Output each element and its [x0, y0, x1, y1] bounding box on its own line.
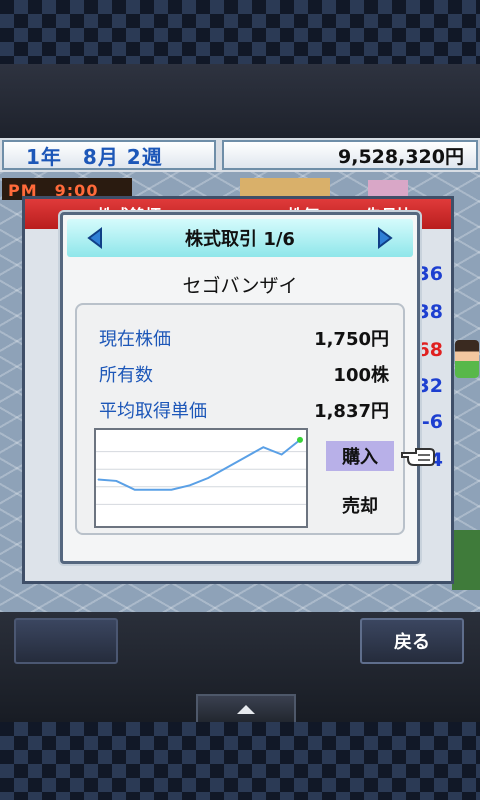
- current-price-label: 現在株価: [99, 329, 171, 350]
- current-price-row: 現在株価 1,750円: [99, 325, 389, 350]
- dialog-header: 株式取引 1/6: [67, 219, 413, 257]
- price-point: [262, 446, 264, 448]
- current-price-value: 1,750円: [314, 329, 389, 350]
- empty-menu-button[interactable]: [14, 618, 118, 664]
- owned-shares-row: 所有数 100株: [99, 361, 389, 386]
- dialog-title: 株式取引 1/6: [185, 229, 295, 250]
- price-line: [97, 439, 301, 491]
- buy-button[interactable]: 購入: [326, 441, 394, 471]
- price-point: [189, 484, 191, 486]
- price-chart: [94, 428, 308, 528]
- staff-character: [455, 340, 479, 378]
- price-point: [152, 489, 154, 491]
- bottom-decorative-band: [0, 722, 480, 800]
- top-decorative-band: [0, 0, 480, 64]
- average-cost-row: 平均取得単価 1,837円: [99, 397, 389, 422]
- list-item-change: 36: [416, 263, 443, 285]
- list-item-change: -6: [421, 411, 443, 433]
- list-item-change: 38: [416, 301, 443, 323]
- price-point: [97, 478, 99, 480]
- sell-button[interactable]: 売却: [326, 490, 394, 520]
- back-button[interactable]: 戻る: [360, 618, 464, 664]
- owned-shares-value: 100株: [333, 365, 389, 386]
- expand-menu-tab[interactable]: [196, 694, 296, 722]
- price-point: [226, 467, 228, 469]
- price-chart-svg: [96, 436, 306, 505]
- tree-cluster: [452, 530, 480, 590]
- pointing-hand-icon: [401, 448, 435, 466]
- price-point: [170, 489, 172, 491]
- top-bar: [0, 64, 480, 138]
- price-point: [134, 489, 136, 491]
- latest-price-point: [297, 436, 303, 443]
- price-point: [207, 477, 209, 479]
- date-display: 1年 8月 2週: [2, 140, 216, 170]
- money-display: 9,528,320円: [222, 140, 478, 170]
- right-arrow-icon[interactable]: [373, 227, 395, 249]
- average-cost-label: 平均取得単価: [99, 401, 207, 422]
- list-item-change: 32: [416, 375, 443, 397]
- left-arrow-icon[interactable]: [85, 227, 107, 249]
- list-item-change: 68: [416, 339, 443, 361]
- stock-name: セゴバンザイ: [182, 275, 298, 297]
- owned-shares-label: 所有数: [99, 365, 153, 386]
- average-cost-value: 1,837円: [314, 401, 389, 422]
- price-point: [244, 456, 246, 458]
- up-arrow-icon: [237, 705, 255, 714]
- price-point: [281, 454, 283, 456]
- price-point: [115, 480, 117, 482]
